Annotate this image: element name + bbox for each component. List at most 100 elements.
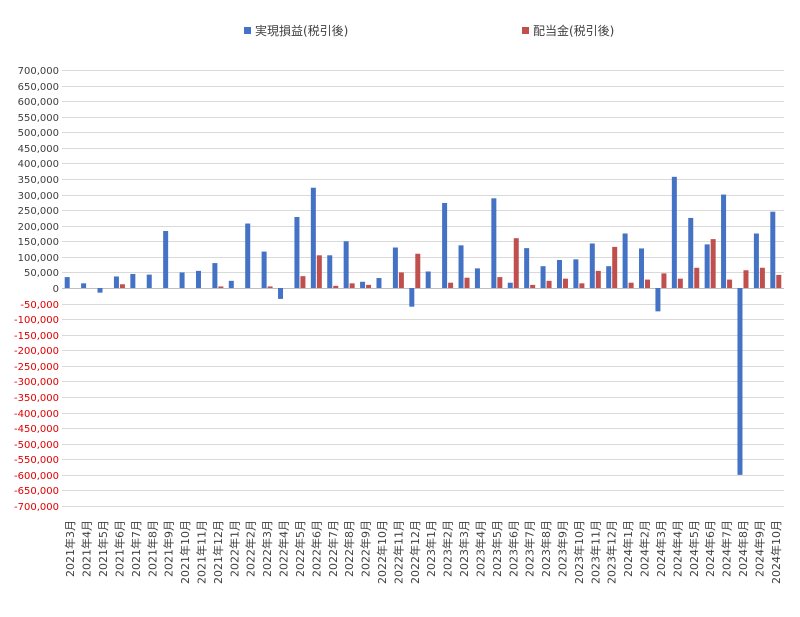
x-tick-label: 2024年9月 — [752, 520, 766, 577]
legend-label: 配当金(税引後) — [533, 23, 614, 38]
bar-dividend — [710, 239, 716, 288]
x-tick-label: 2023年8月 — [539, 520, 553, 577]
bar-dividend — [415, 253, 421, 288]
x-tick-label: 2022年5月 — [293, 520, 307, 577]
bar-realized-pl — [212, 263, 218, 288]
x-tick-label: 2023年2月 — [441, 520, 455, 577]
x-tick-label: 2023年1月 — [424, 520, 438, 577]
y-tick-label: 100,000 — [18, 253, 59, 264]
x-tick-label: 2022年8月 — [342, 520, 356, 577]
bars — [64, 176, 782, 475]
y-tick-label: -150,000 — [14, 331, 59, 342]
y-tick-label: 600,000 — [18, 97, 59, 108]
x-tick-label: 2021年4月 — [80, 520, 94, 577]
x-tick-label: 2022年12月 — [408, 520, 422, 584]
legend-swatch — [522, 27, 529, 34]
bar-realized-pl — [360, 281, 366, 288]
x-tick-label: 2021年3月 — [63, 520, 77, 577]
x-tick-label: 2022年3月 — [260, 520, 274, 577]
bar-realized-pl — [195, 270, 201, 288]
bar-dividend — [530, 284, 536, 288]
bar-realized-pl — [458, 245, 464, 288]
x-tick-label: 2022年6月 — [309, 520, 323, 577]
bar-realized-pl — [113, 276, 119, 288]
bar-realized-pl — [524, 248, 530, 288]
y-tick-label: 550,000 — [18, 113, 59, 124]
x-tick-label: 2021年8月 — [145, 520, 159, 577]
x-tick-label: 2022年4月 — [277, 520, 291, 577]
x-tick-label: 2024年2月 — [638, 520, 652, 577]
x-tick-label: 2022年11月 — [391, 520, 405, 584]
bar-realized-pl — [639, 248, 645, 288]
x-tick-label: 2021年6月 — [112, 520, 126, 577]
y-tick-label: 200,000 — [18, 222, 59, 233]
y-tick-label: 300,000 — [18, 191, 59, 202]
x-tick-label: 2022年9月 — [359, 520, 373, 577]
x-tick-label: 2023年3月 — [457, 520, 471, 577]
bar-realized-pl — [310, 187, 316, 288]
bar-realized-pl — [261, 251, 267, 288]
x-tick-label: 2023年6月 — [506, 520, 520, 577]
bar-dividend — [579, 283, 585, 288]
bar-realized-pl — [228, 280, 234, 288]
x-tick-label: 2022年7月 — [326, 520, 340, 577]
bar-dividend — [300, 276, 306, 288]
x-tick-label: 2022年10月 — [375, 520, 389, 584]
bar-realized-pl — [146, 274, 152, 288]
y-tick-label: -700,000 — [14, 502, 59, 513]
y-tick-label: -350,000 — [14, 393, 59, 404]
y-tick-label: -300,000 — [14, 377, 59, 388]
y-tick-label: -650,000 — [14, 486, 59, 497]
x-tick-label: 2023年5月 — [490, 520, 504, 577]
chart-container: -700,000 -650,000 -600,000 -550,000 -500,000… — [0, 0, 800, 613]
y-tick-label: 0 — [53, 284, 59, 295]
bar-realized-pl — [671, 176, 677, 288]
bar-chart: -700,000 -650,000 -600,000 -550,000 -500,000… — [14, 23, 784, 584]
y-tick-label: -450,000 — [14, 424, 59, 435]
bar-realized-pl — [770, 211, 776, 288]
bar-dividend — [677, 278, 683, 288]
bar-dividend — [316, 255, 322, 288]
y-tick-label: 350,000 — [18, 175, 59, 186]
bar-dividend — [562, 278, 568, 288]
x-tick-label: 2021年10月 — [178, 520, 192, 584]
bar-dividend — [349, 283, 355, 288]
y-tick-label: 450,000 — [18, 144, 59, 155]
x-axis-tick-labels: 2021年3月 2021年4月 2021年5月 2021年6月 2021年7月 2021年… — [63, 520, 783, 584]
bar-dividend — [448, 282, 454, 288]
x-tick-label: 2022年1月 — [227, 520, 241, 577]
legend-swatch — [244, 27, 251, 34]
x-tick-label: 2024年4月 — [670, 520, 684, 577]
bar-realized-pl — [737, 288, 743, 475]
bar-realized-pl — [294, 216, 300, 288]
bar-dividend — [595, 270, 601, 288]
x-tick-label: 2023年9月 — [555, 520, 569, 577]
bar-dividend — [612, 246, 618, 288]
bar-dividend — [743, 270, 749, 288]
y-tick-label: 700,000 — [18, 66, 59, 77]
y-tick-label: -400,000 — [14, 409, 59, 420]
x-tick-label: 2023年12月 — [605, 520, 619, 584]
bar-realized-pl — [753, 233, 759, 288]
y-tick-label: -500,000 — [14, 440, 59, 451]
bar-realized-pl — [556, 259, 562, 288]
y-tick-label: 650,000 — [18, 82, 59, 93]
y-axis-tick-labels: -700,000 -650,000 -600,000 -550,000 -500,000… — [14, 66, 59, 513]
bar-realized-pl — [573, 259, 579, 288]
bar-dividend — [398, 272, 404, 288]
x-tick-label: 2024年10月 — [769, 520, 783, 584]
bar-dividend — [333, 285, 339, 288]
y-tick-label: -250,000 — [14, 362, 59, 373]
x-tick-label: 2024年3月 — [654, 520, 668, 577]
y-tick-label: 150,000 — [18, 237, 59, 248]
bar-realized-pl — [343, 241, 349, 288]
gridlines — [62, 70, 784, 507]
bar-realized-pl — [97, 288, 103, 293]
bar-dividend — [366, 284, 372, 288]
x-tick-label: 2021年5月 — [96, 520, 110, 577]
bar-realized-pl — [425, 271, 431, 288]
y-tick-label: -200,000 — [14, 346, 59, 357]
bar-realized-pl — [606, 266, 612, 288]
bar-realized-pl — [540, 266, 546, 288]
x-tick-label: 2021年7月 — [129, 520, 143, 577]
